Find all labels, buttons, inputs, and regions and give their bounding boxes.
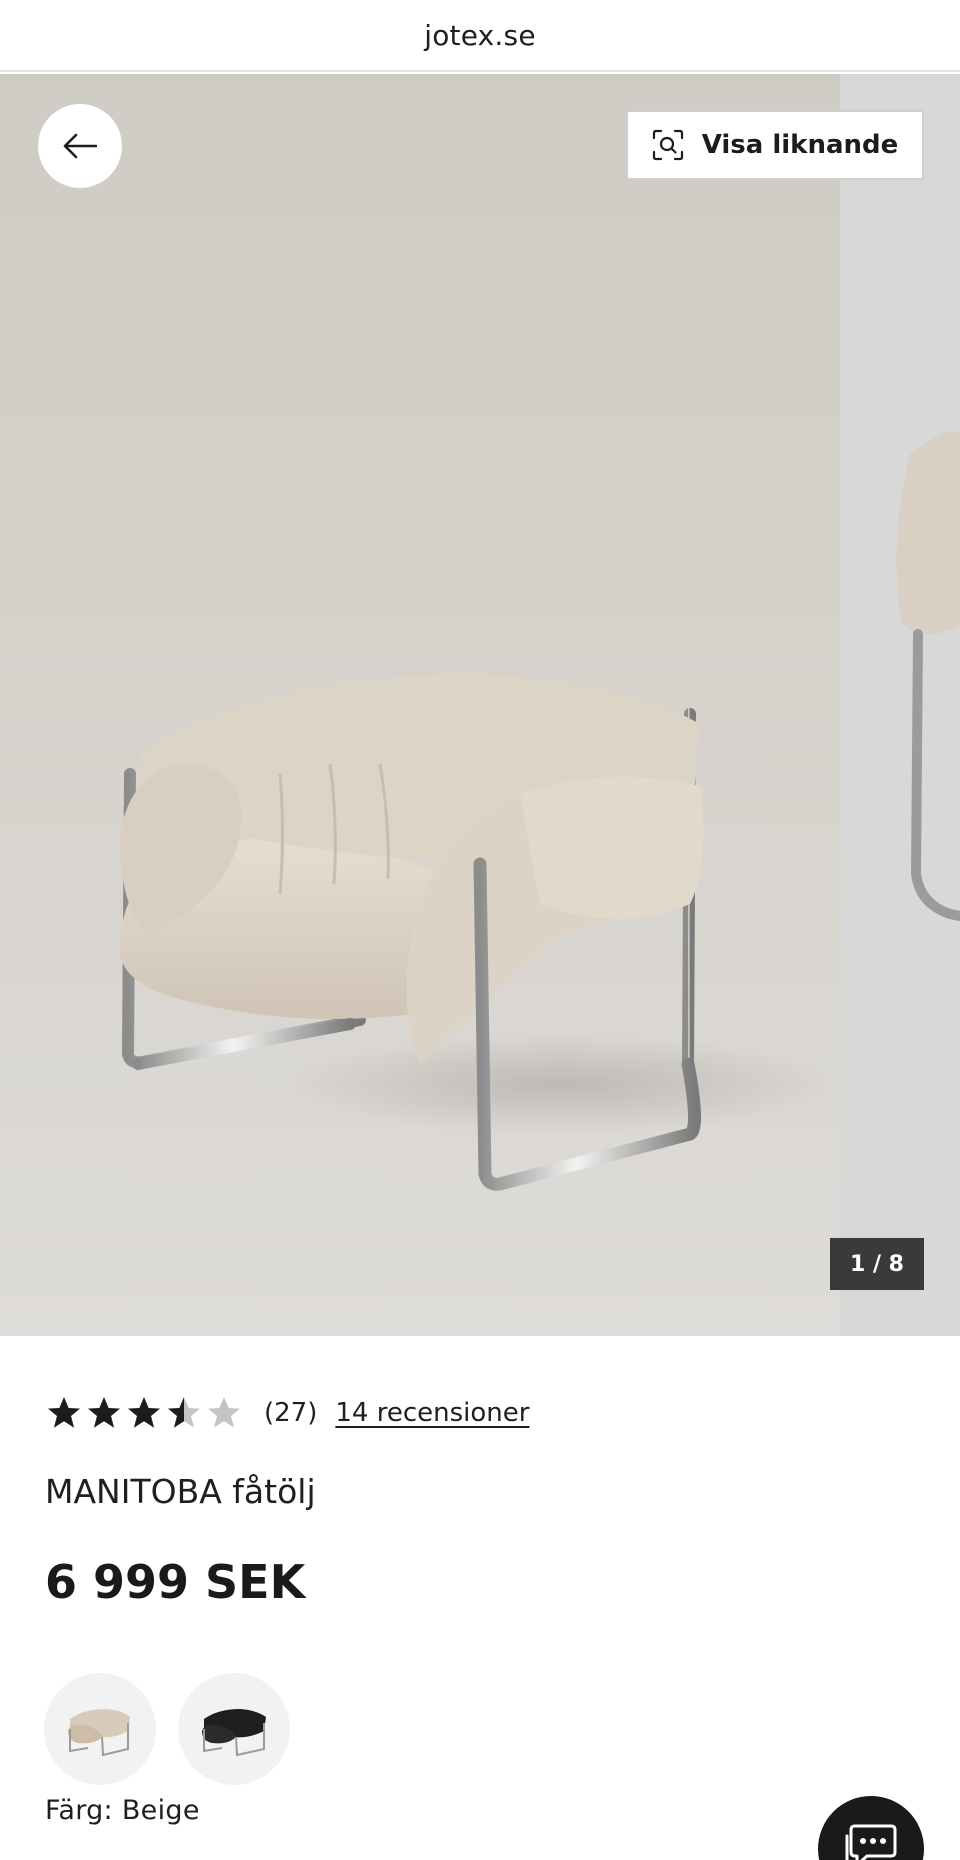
rating-count: (27) — [264, 1398, 318, 1428]
star-empty-icon — [208, 1397, 240, 1428]
product-image-gallery[interactable]: Visa liknande 1 / 8 — [0, 74, 960, 1336]
address-bar[interactable]: jotex.se — [0, 0, 960, 72]
star-full-icon — [48, 1397, 80, 1428]
chat-bubble-icon — [845, 1824, 897, 1860]
show-similar-label: Visa liknande — [701, 130, 899, 160]
armchair-beige-thumbnail — [68, 1709, 130, 1757]
product-image-next-preview[interactable] — [840, 74, 960, 1336]
show-similar-button[interactable]: Visa liknande — [626, 110, 924, 180]
star-full-icon — [128, 1397, 160, 1428]
star-full-icon — [88, 1397, 120, 1428]
star-half-icon — [168, 1397, 200, 1428]
image-counter: 1 / 8 — [830, 1238, 924, 1290]
url-text: jotex.se — [424, 18, 536, 52]
color-swatch-black[interactable] — [178, 1673, 290, 1785]
rating-row: (27) 14 recensioner — [46, 1393, 529, 1433]
armchair-black-thumbnail — [202, 1709, 266, 1757]
back-button[interactable] — [38, 104, 122, 188]
reviews-link[interactable]: 14 recensioner — [335, 1398, 529, 1428]
product-image-main[interactable] — [0, 74, 840, 1336]
arrow-left-icon — [63, 133, 97, 159]
armchair-illustration — [119, 674, 840, 1191]
selected-color-label: Färg: Beige — [45, 1795, 200, 1826]
product-title: MANITOBA fåtölj — [45, 1472, 316, 1511]
chat-button[interactable] — [818, 1796, 924, 1860]
star-rating — [46, 1395, 242, 1431]
armchair-illustration-next — [896, 431, 960, 921]
color-swatch-beige[interactable] — [44, 1673, 156, 1785]
visual-search-icon — [652, 129, 683, 161]
product-price: 6 999 SEK — [45, 1555, 306, 1609]
